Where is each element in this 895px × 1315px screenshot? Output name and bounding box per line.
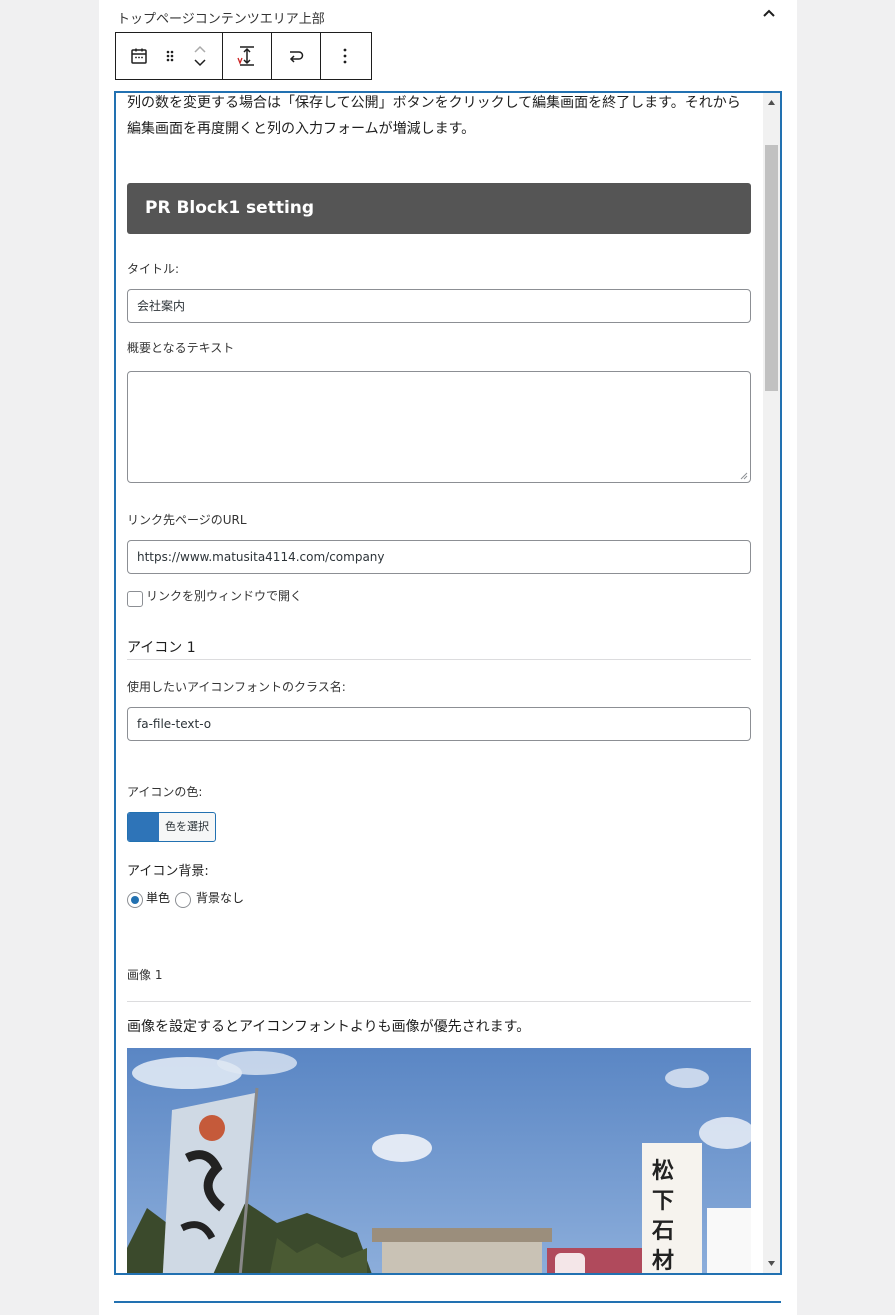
toolbar-group-options <box>321 33 369 79</box>
move-up-icon[interactable] <box>193 45 207 53</box>
move-down-icon[interactable] <box>193 59 207 67</box>
chevron-up-icon[interactable] <box>761 6 777 22</box>
block-type-button[interactable] <box>116 33 162 79</box>
more-options-button[interactable] <box>321 33 369 79</box>
svg-text:石: 石 <box>651 1218 674 1244</box>
image-preview: 松 下 石 材 <box>127 1048 751 1274</box>
editor-scrollbar[interactable] <box>763 93 780 1273</box>
icon-class-label: 使用したいアイコンフォントのクラス名: <box>127 680 346 694</box>
intro-line-1: 列の数を変更する場合は「保存して公開」ボタンをクリックして編集画面を終了します。… <box>127 95 741 111</box>
block-toolbar <box>115 32 372 80</box>
bg-radio-solid-label: 単色 <box>146 891 171 905</box>
scroll-up-icon[interactable] <box>767 98 776 107</box>
color-picker-label: 色を選択 <box>165 820 209 833</box>
block-editor-area[interactable]: 列の数を変更する場合は「保存して公開」ボタンをクリックして編集画面を終了します。… <box>114 91 782 1275</box>
icon-bg-label: アイコン背景: <box>127 864 209 879</box>
color-swatch <box>128 813 159 841</box>
spacing-icon <box>237 46 254 66</box>
resize-handle-icon[interactable] <box>740 472 748 480</box>
more-options-icon <box>343 48 347 64</box>
svg-text:材: 材 <box>652 1248 674 1274</box>
settings-panel: トップページコンテンツエリア上部 列の数を変更する場合は「保存して公開」ボタンを… <box>99 0 797 1315</box>
drag-handle-icon <box>166 50 174 62</box>
drag-handle[interactable] <box>162 33 178 79</box>
icon-section-divider <box>127 659 751 660</box>
scrollbar-thumb[interactable] <box>765 145 778 391</box>
icon-class-input[interactable]: fa-file-text-o <box>127 707 751 741</box>
title-label: タイトル: <box>127 262 180 276</box>
spacing-button[interactable] <box>223 33 271 79</box>
panel-title: トップページコンテンツエリア上部 <box>117 12 325 27</box>
new-window-label: リンクを別ウィンドウで開く <box>146 589 303 603</box>
icon-section-title: アイコン 1 <box>127 640 196 656</box>
intro-line-2: 編集画面を再度開くと列の入力フォームが増減します。 <box>127 121 476 137</box>
toolbar-group-transform <box>272 33 321 79</box>
svg-text:下: 下 <box>652 1188 674 1214</box>
link-url-input[interactable]: https://www.matusita4114.com/company <box>127 540 751 574</box>
new-window-checkbox[interactable] <box>127 591 143 607</box>
image-note: 画像を設定するとアイコンフォントよりも画像が優先されます。 <box>127 1019 531 1035</box>
title-input[interactable]: 会社案内 <box>127 289 751 323</box>
selected-image[interactable]: 松 下 石 材 <box>127 1048 751 1274</box>
link-label: リンク先ページのURL <box>127 513 247 527</box>
bg-radio-solid[interactable] <box>127 892 143 908</box>
calendar-icon <box>131 48 147 64</box>
scroll-down-icon[interactable] <box>767 1259 776 1268</box>
color-picker-button[interactable]: 色を選択 <box>127 812 216 842</box>
next-block-border <box>114 1301 781 1303</box>
toolbar-group-spacing <box>223 33 272 79</box>
toolbar-group-block <box>116 33 223 79</box>
bg-radio-none[interactable] <box>175 892 191 908</box>
bg-radio-none-label: 背景なし <box>196 891 245 905</box>
block-heading: PR Block1 setting <box>127 183 751 234</box>
svg-text:松: 松 <box>652 1158 674 1184</box>
transform-button[interactable] <box>272 33 320 79</box>
transform-icon <box>289 51 304 63</box>
summary-textarea[interactable] <box>127 371 751 483</box>
block-mover <box>178 33 222 79</box>
icon-color-label: アイコンの色: <box>127 785 203 799</box>
image-section-title: 画像 1 <box>127 968 163 982</box>
image-section-divider <box>127 1001 751 1002</box>
summary-label: 概要となるテキスト <box>127 341 235 355</box>
